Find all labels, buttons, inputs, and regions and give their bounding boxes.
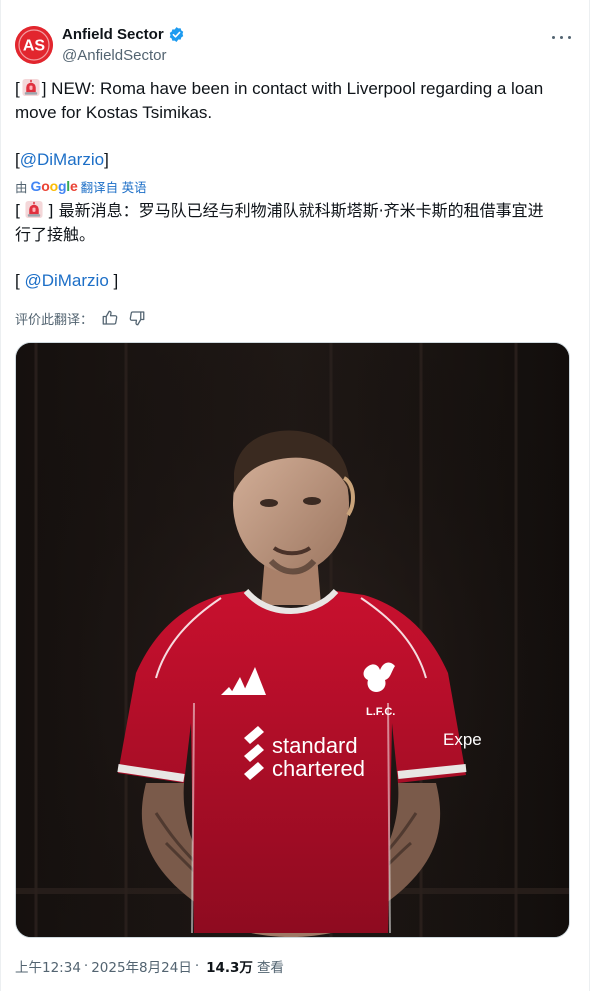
translation-bar: 由 Google 翻译自 英语: [15, 177, 147, 195]
player-photo: L.F.C. standard chartered Expe: [16, 343, 569, 937]
translated-text: [ ] 最新消息：罗马队已经与利物浦队就科斯塔斯·齐米卡斯的租借事宜进 行了接触…: [15, 199, 575, 247]
avatar[interactable]: AS: [15, 26, 53, 64]
tweet-meta: 上午12:34 · 2025年8月24日 · 14.3万 查看: [15, 956, 284, 976]
meta-separator: ·: [83, 958, 89, 974]
display-name[interactable]: Anfield Sector: [62, 26, 164, 43]
views-count: 14.3万: [206, 960, 253, 976]
tweet-text-line-1: ] NEW: Roma have been in contact with Li…: [41, 79, 544, 98]
crest-text: L.F.C.: [366, 706, 395, 718]
zh-bracket-open: [: [15, 201, 22, 220]
tweet-time[interactable]: 上午12:34: [15, 956, 81, 976]
mention-bracket-close: ]: [104, 150, 109, 169]
thumbs-up-icon[interactable]: [101, 309, 119, 327]
thumbs-down-icon[interactable]: [128, 309, 146, 327]
google-logo: Google: [30, 178, 78, 194]
name-row: Anfield Sector: [62, 26, 185, 43]
avatar-logo-icon: AS: [15, 26, 53, 64]
siren-emoji-icon: [22, 78, 40, 97]
tweet-text: [ ] NEW: Roma have been in contact with …: [15, 77, 575, 125]
mention-link[interactable]: @DiMarzio: [20, 150, 104, 169]
siren-emoji-icon: [25, 200, 43, 219]
tweet-text-line-2: move for Kostas Tsimikas.: [15, 103, 213, 122]
mention-line: [@DiMarzio]: [15, 148, 575, 172]
translated-mention-link[interactable]: @DiMarzio: [24, 271, 108, 290]
sponsor-line-2: chartered: [272, 756, 365, 781]
sleeve-sponsor-text: Expe: [443, 730, 482, 749]
views-label: 查看: [256, 960, 284, 976]
rate-translation-label: 评价此翻译：: [15, 312, 94, 328]
verified-badge-icon: [169, 27, 183, 42]
rate-translation-bar: 评价此翻译：: [15, 307, 146, 329]
translated-text-line-1: ] 最新消息：罗马队已经与利物浦队就科斯塔斯·齐米卡斯的租借事宜进: [47, 201, 544, 220]
translated-text-line-2: 行了接触。: [15, 225, 96, 244]
translation-prefix: 由: [15, 180, 28, 195]
bracket-open: [: [15, 79, 20, 98]
tweet-date[interactable]: 2025年8月24日: [91, 956, 192, 976]
zh-mention-bracket-close: ]: [108, 271, 119, 290]
svg-text:AS: AS: [23, 38, 46, 55]
more-icon[interactable]: [551, 30, 573, 46]
tweet-container: AS Anfield Sector @AnfieldSector [ ] NEW…: [0, 0, 590, 991]
account-handle[interactable]: @AnfieldSector: [62, 47, 166, 64]
tweet-header: AS Anfield Sector @AnfieldSector: [15, 24, 577, 68]
tweet-photo[interactable]: L.F.C. standard chartered Expe: [15, 342, 570, 938]
translation-source-link[interactable]: 翻译自 英语: [81, 177, 147, 196]
meta-separator: ·: [194, 958, 200, 974]
sponsor-line-1: standard: [272, 733, 358, 758]
translated-mention-line: [ @DiMarzio ]: [15, 269, 575, 293]
